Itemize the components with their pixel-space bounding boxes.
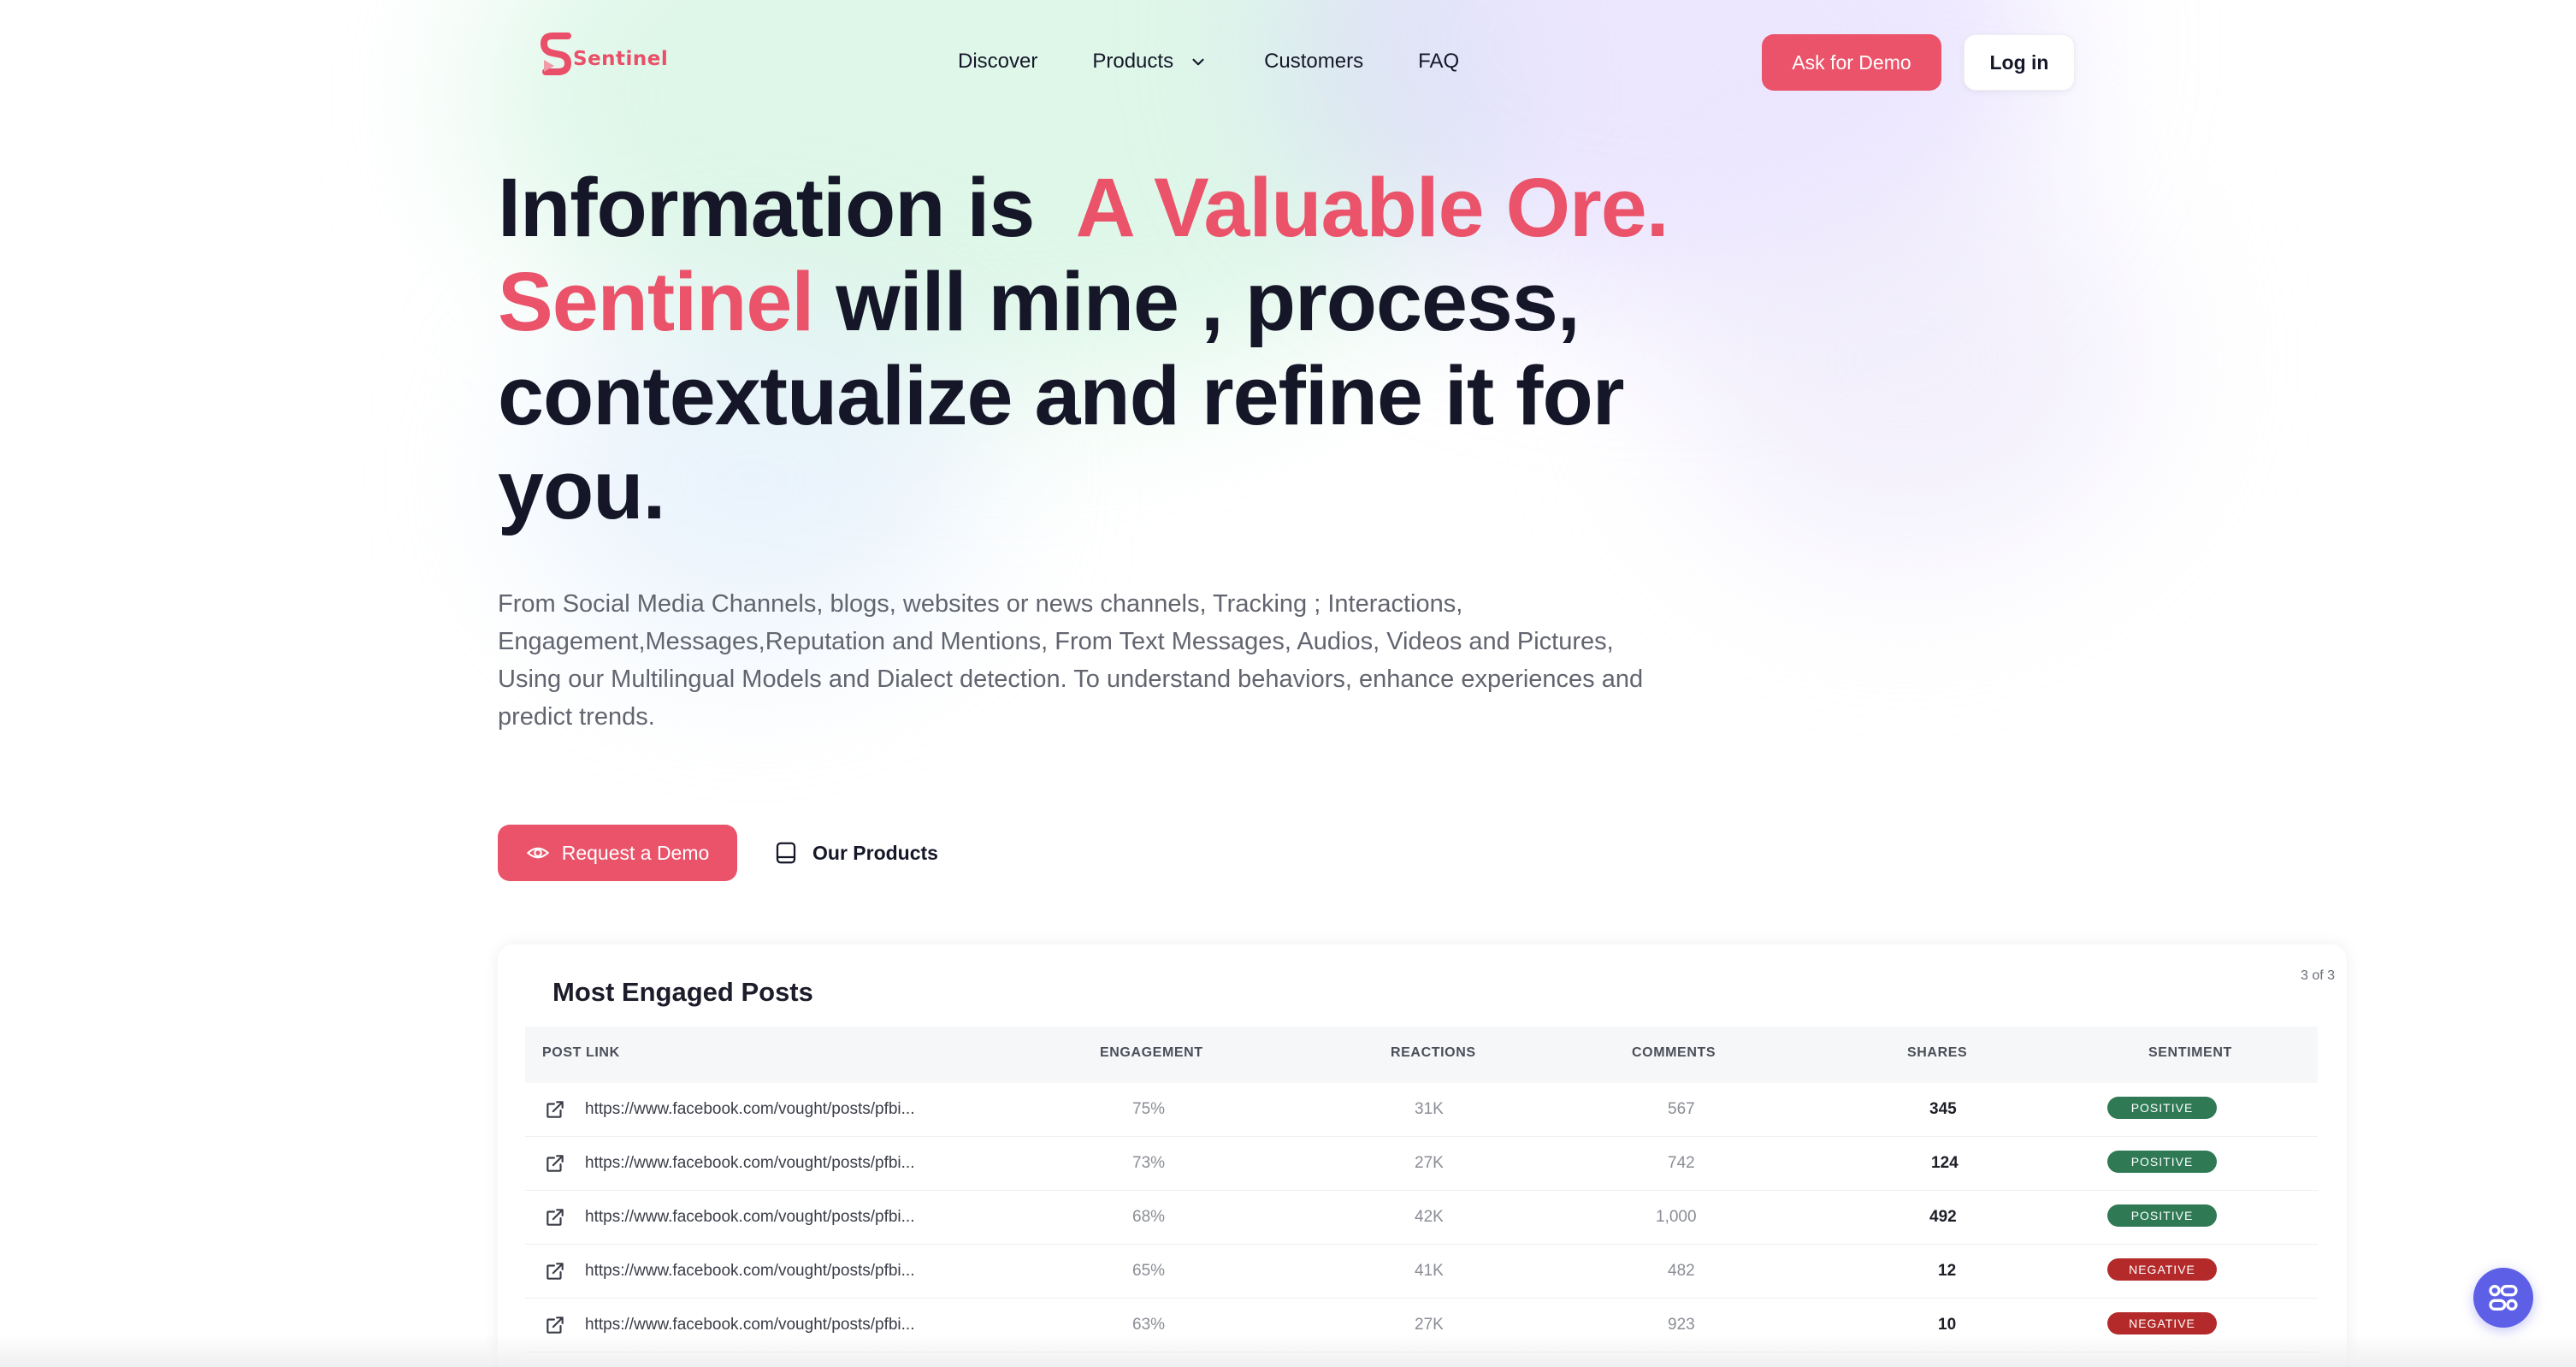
table-row[interactable]: https://www.facebook.com/vought/posts/pf…	[525, 1245, 2318, 1299]
login-button[interactable]: Log in	[1964, 34, 2075, 91]
sentiment-badge: NEGATIVE	[2107, 1258, 2217, 1281]
our-products-label: Our Products	[812, 841, 938, 864]
headline-line1: Information is A Valuable Ore.	[498, 161, 1669, 254]
hero-headline: Information is A Valuable Ore. Sentinel …	[498, 161, 1695, 537]
reactions-value: 42K	[1415, 1208, 1444, 1226]
comments-value: 742	[1668, 1154, 1695, 1172]
shares-value: 10	[1938, 1316, 1957, 1334]
background-glow	[1668, 154, 2147, 565]
our-products-button[interactable]: Our Products	[773, 825, 938, 881]
sentiment-badge: NEGATIVE	[2107, 1312, 2217, 1334]
column-header-post-link: POST LINK	[542, 1045, 620, 1060]
shares-value: 492	[1929, 1208, 1957, 1226]
engagement-value: 63%	[1132, 1316, 1166, 1334]
comments-value: 1,000	[1656, 1208, 1697, 1226]
engagement-value: 75%	[1132, 1100, 1166, 1118]
hero-description: From Social Media Channels, blogs, websi…	[498, 590, 1644, 731]
reactions-value: 27K	[1415, 1316, 1444, 1334]
external-link-icon[interactable]	[544, 1098, 566, 1121]
reactions-value: 31K	[1415, 1100, 1444, 1118]
reactions-value: 41K	[1415, 1262, 1444, 1280]
headline-line3: contextualize and refine it for	[498, 349, 1624, 442]
nav-link-discover[interactable]: Discover	[958, 50, 1037, 74]
table-row[interactable]: https://www.facebook.com/vought/posts/pf…	[525, 1299, 2318, 1352]
comments-value: 923	[1668, 1316, 1695, 1334]
post-link[interactable]: https://www.facebook.com/vought/posts/pf…	[585, 1154, 914, 1173]
pagination-indicator: 3 of 3	[2301, 968, 2336, 983]
engagement-value: 68%	[1132, 1208, 1166, 1226]
landing-page: Sentinel Discover Products Customers FAQ…	[0, 0, 2576, 1367]
external-link-icon[interactable]	[544, 1206, 566, 1228]
table-title: Most Engaged Posts	[552, 977, 813, 1007]
table-row[interactable]: https://www.facebook.com/vought/posts/pf…	[525, 1191, 2318, 1245]
sentiment-badge: POSITIVE	[2107, 1151, 2217, 1173]
column-header-reactions: REACTIONS	[1391, 1045, 1476, 1060]
tablet-icon	[776, 842, 796, 864]
floating-action-button[interactable]	[2473, 1268, 2533, 1328]
logo-wordmark: Sentinel	[573, 48, 669, 70]
external-link-icon[interactable]	[544, 1260, 566, 1282]
reactions-value: 27K	[1415, 1154, 1444, 1172]
nav-links: Discover Products Customers FAQ	[958, 44, 1514, 79]
post-link[interactable]: https://www.facebook.com/vought/posts/pf…	[585, 1316, 914, 1334]
table-header: POST LINK ENGAGEMENT REACTIONS COMMENTS …	[525, 1027, 2318, 1083]
apps-icon	[2489, 1285, 2518, 1311]
chevron-down-icon	[1192, 58, 1204, 66]
table-row[interactable]: https://www.facebook.com/vought/posts/pf…	[525, 1083, 2318, 1137]
column-header-engagement: ENGAGEMENT	[1100, 1045, 1203, 1060]
logo-s-icon	[541, 33, 571, 75]
headline-line4: you.	[498, 443, 665, 536]
sentiment-badge: POSITIVE	[2107, 1204, 2217, 1227]
request-demo-label: Request a Demo	[561, 841, 710, 864]
column-header-shares: SHARES	[1907, 1045, 1968, 1060]
shares-value: 345	[1929, 1100, 1957, 1118]
nav-link-faq[interactable]: FAQ	[1418, 50, 1459, 74]
request-demo-button[interactable]: Request a Demo	[498, 825, 737, 881]
headline-line2: Sentinel will mine , process,	[498, 255, 1580, 348]
eye-icon	[526, 847, 549, 859]
column-header-comments: COMMENTS	[1632, 1045, 1716, 1060]
sentinel-logo[interactable]: Sentinel	[541, 29, 669, 80]
shares-value: 12	[1938, 1262, 1957, 1280]
post-link[interactable]: https://www.facebook.com/vought/posts/pf…	[585, 1262, 914, 1281]
table-row[interactable]: https://www.facebook.com/vought/posts/pf…	[525, 1137, 2318, 1191]
comments-value: 567	[1668, 1100, 1695, 1118]
comments-value: 482	[1668, 1262, 1695, 1280]
sentiment-badge: POSITIVE	[2107, 1097, 2217, 1119]
shares-value: 124	[1931, 1154, 1959, 1172]
ask-for-demo-button[interactable]: Ask for Demo	[1762, 34, 1941, 91]
nav-link-customers[interactable]: Customers	[1264, 50, 1363, 74]
engagement-value: 73%	[1132, 1154, 1166, 1172]
external-link-icon[interactable]	[544, 1314, 566, 1336]
post-link[interactable]: https://www.facebook.com/vought/posts/pf…	[585, 1208, 914, 1227]
external-link-icon[interactable]	[544, 1152, 566, 1175]
engagement-value: 65%	[1132, 1262, 1166, 1280]
top-navbar: Sentinel Discover Products Customers FAQ…	[0, 0, 2576, 125]
nav-link-products-label: Products	[1092, 50, 1174, 73]
post-link[interactable]: https://www.facebook.com/vought/posts/pf…	[585, 1100, 914, 1119]
nav-link-products[interactable]: Products	[1092, 50, 1209, 74]
column-header-sentiment: SENTIMENT	[2148, 1045, 2232, 1060]
